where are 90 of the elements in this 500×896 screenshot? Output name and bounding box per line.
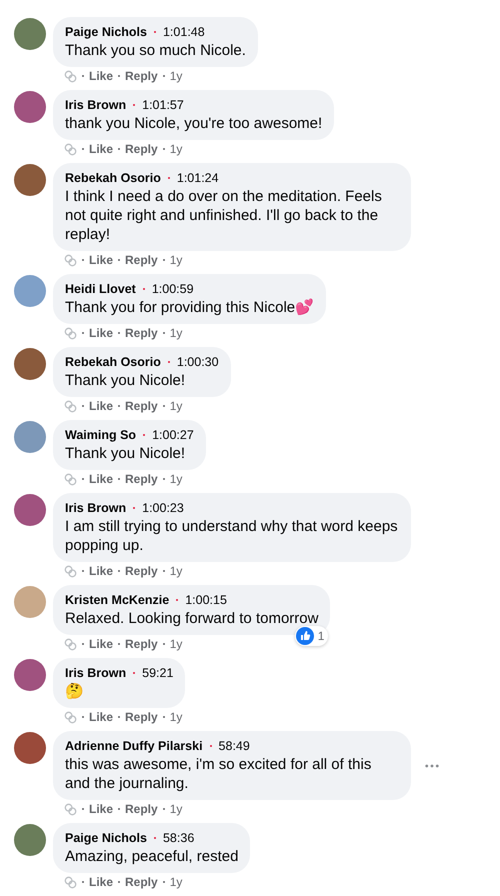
comment-text: Relaxed. Looking forward to tomorrow [65, 609, 318, 628]
like-link[interactable]: Like [89, 326, 114, 340]
comment-age[interactable]: 1y [170, 564, 182, 578]
translate-icon[interactable] [64, 710, 77, 724]
comment-age[interactable]: 1y [170, 710, 182, 724]
timestamp[interactable]: 1:01:48 [162, 25, 205, 39]
commenter-name[interactable]: Adrienne Duffy Pilarski [65, 739, 203, 753]
comment-age[interactable]: 1y [170, 69, 182, 83]
reply-link[interactable]: Reply [125, 253, 158, 267]
comment-text: I am still trying to understand why that word keeps popping up. [65, 517, 399, 555]
translate-icon[interactable] [64, 564, 77, 578]
comment-age[interactable]: 1y [170, 253, 182, 267]
thumbs-up-icon [296, 627, 314, 645]
comment-text: Thank you Nicole! [65, 444, 186, 463]
avatar[interactable] [14, 348, 46, 380]
translate-icon[interactable] [64, 142, 77, 156]
reply-link[interactable]: Reply [125, 69, 158, 83]
comment-age[interactable]: 1y [170, 802, 182, 816]
translate-icon[interactable] [64, 876, 77, 888]
reaction-badge[interactable]: 1 [294, 626, 328, 646]
commenter-name[interactable]: Paige Nichols [65, 25, 147, 39]
translate-icon[interactable] [64, 326, 77, 340]
commenter-name[interactable]: Kristen McKenzie [65, 593, 170, 607]
timestamp[interactable]: 58:36 [162, 831, 194, 845]
timestamp[interactable]: 58:49 [218, 739, 250, 753]
avatar[interactable] [14, 659, 46, 691]
timestamp[interactable]: 1:01:24 [176, 171, 219, 185]
comment-text: this was awesome, i'm so excited for all of this and the journaling. [65, 755, 372, 793]
avatar[interactable] [14, 494, 46, 526]
like-link[interactable]: Like [89, 472, 114, 486]
commenter-name[interactable]: Iris Brown [65, 666, 126, 680]
like-link[interactable]: Like [89, 399, 114, 413]
like-link[interactable]: Like [89, 564, 114, 578]
reply-link[interactable]: Reply [125, 637, 158, 651]
comment-text: Thank you for providing this Nicole💕 [65, 298, 314, 317]
comment-age[interactable]: 1y [170, 399, 182, 413]
avatar[interactable] [14, 824, 46, 856]
reply-link[interactable]: Reply [125, 875, 158, 889]
commenter-name[interactable]: Rebekah Osorio [65, 355, 161, 369]
like-link[interactable]: Like [89, 637, 114, 651]
timestamp[interactable]: 1:00:27 [152, 428, 194, 442]
avatar[interactable] [14, 275, 46, 307]
like-link[interactable]: Like [89, 710, 114, 724]
comment-text: 🤔 [65, 682, 85, 701]
avatar[interactable] [14, 91, 46, 123]
translate-icon[interactable] [64, 638, 77, 650]
avatar[interactable] [14, 421, 46, 453]
avatar[interactable] [14, 732, 46, 764]
comment-text: thank you Nicole, you're too awesome! [65, 114, 322, 133]
reply-link[interactable]: Reply [125, 472, 158, 486]
like-link[interactable]: Like [89, 875, 114, 889]
reply-link[interactable]: Reply [125, 564, 158, 578]
translate-icon[interactable] [64, 802, 77, 816]
comment-age[interactable]: 1y [170, 142, 182, 156]
comment-age[interactable]: 1y [170, 326, 182, 340]
translate-icon[interactable] [64, 70, 77, 82]
comment-age[interactable]: 1y [170, 637, 182, 651]
comment-age[interactable]: 1y [170, 472, 182, 486]
like-link[interactable]: Like [89, 802, 114, 816]
timestamp[interactable]: 59:21 [142, 666, 174, 680]
reply-link[interactable]: Reply [125, 802, 158, 816]
like-link[interactable]: Like [89, 253, 114, 267]
commenter-name[interactable]: Iris Brown [65, 501, 126, 515]
commenter-name[interactable]: Iris Brown [65, 98, 126, 112]
avatar[interactable] [14, 18, 46, 50]
timestamp[interactable]: 1:00:59 [152, 282, 194, 296]
reply-link[interactable]: Reply [125, 326, 158, 340]
comment-text: Amazing, peaceful, rested [65, 847, 238, 866]
timestamp[interactable]: 1:00:15 [185, 593, 227, 607]
comment-text: Thank you so much Nicole. [65, 41, 246, 60]
commenter-name[interactable]: Heidi Llovet [65, 282, 136, 296]
commenter-name[interactable]: Waiming So [65, 428, 136, 442]
reply-link[interactable]: Reply [125, 399, 158, 413]
reply-link[interactable]: Reply [125, 142, 158, 156]
more-options-icon[interactable] [425, 764, 439, 768]
like-link[interactable]: Like [89, 142, 114, 156]
avatar[interactable] [14, 164, 46, 196]
like-link[interactable]: Like [89, 69, 114, 83]
reply-link[interactable]: Reply [125, 710, 158, 724]
commenter-name[interactable]: Paige Nichols [65, 831, 147, 845]
comment-age[interactable]: 1y [170, 875, 182, 889]
translate-icon[interactable] [64, 472, 77, 486]
comment-text: Thank you Nicole! [65, 371, 186, 390]
translate-icon[interactable] [64, 400, 77, 412]
timestamp[interactable]: 1:00:30 [176, 355, 219, 369]
translate-icon[interactable] [64, 254, 77, 266]
timestamp[interactable]: 1:00:23 [142, 501, 184, 515]
comment-text: I think I need a do over on the meditation. Feels not quite right and unfinished. I'll go back to the replay! [65, 187, 383, 244]
timestamp[interactable]: 1:01:57 [142, 98, 184, 112]
commenter-name[interactable]: Rebekah Osorio [65, 171, 161, 185]
